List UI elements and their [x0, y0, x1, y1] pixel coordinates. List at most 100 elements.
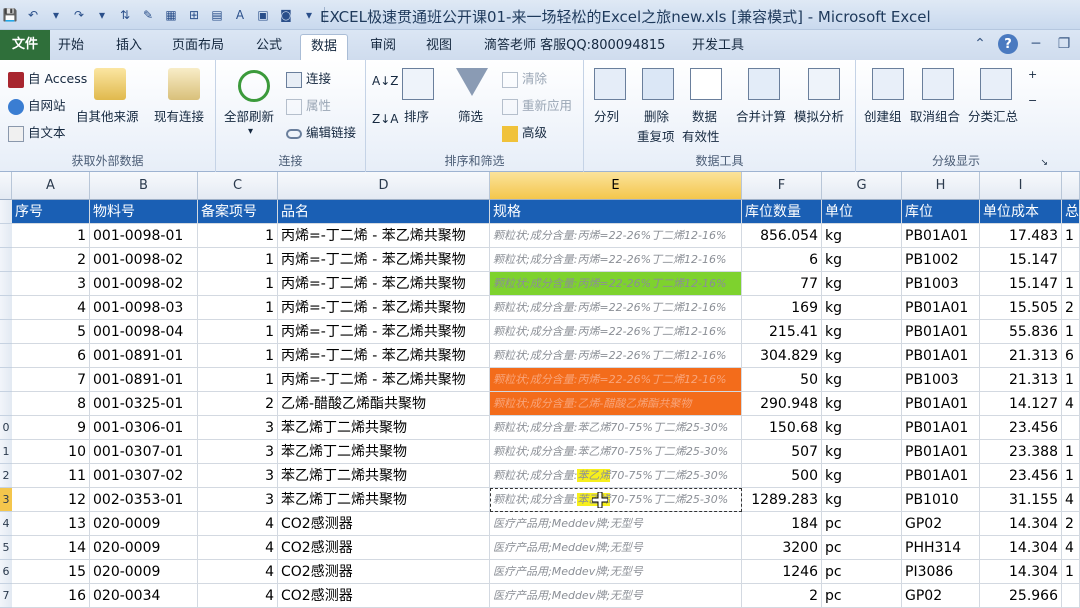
table-cell[interactable]: 丙烯=-丁二烯 - 苯乙烯共聚物 [278, 368, 490, 392]
table-cell[interactable]: 002-0353-01 [90, 488, 198, 512]
row-header[interactable] [0, 200, 12, 224]
table-cell[interactable]: 2 [742, 584, 822, 608]
table-cell[interactable]: 3 [198, 416, 278, 440]
table-cell[interactable] [1062, 416, 1080, 440]
table-cell[interactable]: GP02 [902, 512, 980, 536]
table-cell[interactable]: 001-0307-02 [90, 464, 198, 488]
redo-icon[interactable]: ↷ [69, 5, 89, 25]
sort-asc-icon[interactable]: ⇅ [115, 5, 135, 25]
table-cell[interactable]: 丙烯=-丁二烯 - 苯乙烯共聚物 [278, 224, 490, 248]
table-cell[interactable]: 23.456 [980, 464, 1062, 488]
tab-formulas[interactable]: 公式 [246, 34, 292, 60]
consolidate-button[interactable]: 合并计算 [736, 64, 792, 144]
table-cell[interactable]: 4 [198, 584, 278, 608]
table-cell[interactable]: 020-0009 [90, 536, 198, 560]
table-cell[interactable]: 001-0098-04 [90, 320, 198, 344]
spec-cell[interactable]: 颗粒状;成分含量:苯乙烯70-75%丁二烯25-30% [490, 416, 742, 440]
spreadsheet-grid[interactable]: A B C D E F G H I 序号 物料号 备案项号 品名 规格 库位数量 单位 库位 单位成本总 1 001-… [0, 172, 1080, 608]
table-cell[interactable]: 856.054 [742, 224, 822, 248]
table-cell[interactable]: 6 [1062, 344, 1080, 368]
customize-icon[interactable]: ▾ [299, 5, 319, 25]
table-cell[interactable]: kg [822, 344, 902, 368]
minimize-icon[interactable]: ─ [1026, 34, 1046, 54]
row-header[interactable]: 2 [0, 464, 12, 488]
table-cell[interactable]: 12 [12, 488, 90, 512]
column-header-i[interactable]: I [980, 172, 1062, 200]
table-cell[interactable]: 2 [1062, 296, 1080, 320]
edit-links-button[interactable]: 编辑链接 [286, 122, 356, 141]
column-header-f[interactable]: F [742, 172, 822, 200]
row-header[interactable]: 6 [0, 560, 12, 584]
sort-az-button[interactable]: A↓Z [372, 74, 398, 88]
table-cell[interactable]: pc [822, 512, 902, 536]
table-cell[interactable]: PB01A01 [902, 320, 980, 344]
table-cell[interactable]: 1 [198, 344, 278, 368]
group-button[interactable]: 创建组 [862, 64, 912, 144]
table-cell[interactable]: 4 [198, 560, 278, 584]
table-cell[interactable]: 15.147 [980, 272, 1062, 296]
hide-detail-button[interactable]: − [1028, 94, 1037, 107]
column-header-g[interactable]: G [822, 172, 902, 200]
spec-cell[interactable]: 医疗产品用;Meddev牌;无型号 [490, 584, 742, 608]
table-cell[interactable]: 4 [12, 296, 90, 320]
table-cell[interactable]: kg [822, 440, 902, 464]
table-cell[interactable]: 4 [1062, 536, 1080, 560]
row-header[interactable]: 7 [0, 584, 12, 608]
table-cell[interactable]: 7 [12, 368, 90, 392]
sort-button[interactable]: 排序 [400, 64, 440, 144]
row-header[interactable]: 5 [0, 536, 12, 560]
table-cell[interactable]: 2 [198, 392, 278, 416]
table-cell[interactable]: kg [822, 392, 902, 416]
from-text-button[interactable]: 自文本 [8, 122, 66, 142]
table-cell[interactable]: kg [822, 416, 902, 440]
table-cell[interactable]: PB01A01 [902, 344, 980, 368]
table-cell[interactable]: 1 [198, 224, 278, 248]
other-sources-button[interactable]: 自其他来源 [76, 64, 142, 144]
text-to-columns-button[interactable]: 分列 [590, 64, 630, 144]
table-cell[interactable]: 14.304 [980, 536, 1062, 560]
spec-cell[interactable]: 颗粒状;成分含量:丙烯=22-26%丁二烯12-16% [490, 296, 742, 320]
table-cell[interactable]: 001-0098-03 [90, 296, 198, 320]
table-cell[interactable]: 10 [12, 440, 90, 464]
table-cell[interactable]: 3 [12, 272, 90, 296]
existing-connections-button[interactable]: 现有连接 [152, 64, 214, 144]
undo-icon[interactable]: ↶ [23, 5, 43, 25]
reapply-button[interactable]: 重新应用 [502, 95, 572, 115]
table-cell[interactable]: 1 [1062, 272, 1080, 296]
table-cell[interactable]: 9 [12, 416, 90, 440]
table-cell[interactable]: PB1010 [902, 488, 980, 512]
column-header-a[interactable]: A [12, 172, 90, 200]
ribbon-collapse-icon[interactable]: ⌃ [970, 34, 990, 54]
table-cell[interactable]: 2 [1062, 512, 1080, 536]
table-cell[interactable]: 1 [1062, 464, 1080, 488]
row-header[interactable] [0, 368, 12, 392]
table-cell[interactable]: 77 [742, 272, 822, 296]
filter-button[interactable]: 筛选 [454, 64, 494, 144]
table-cell[interactable]: 8 [12, 392, 90, 416]
row-header[interactable] [0, 344, 12, 368]
format-painter-icon[interactable]: ✎ [138, 5, 158, 25]
spec-cell[interactable]: 颗粒状;成分含量:丙烯=22-26%丁二烯12-16% [490, 272, 742, 296]
row-header[interactable]: 1 [0, 440, 12, 464]
table-cell[interactable]: 14.127 [980, 392, 1062, 416]
table-cell[interactable]: 13 [12, 512, 90, 536]
table-cell[interactable]: 23.388 [980, 440, 1062, 464]
table-cell[interactable]: 4 [1062, 392, 1080, 416]
spec-cell[interactable]: 颗粒状;成分含量:丙烯=22-26%丁二烯12-16% [490, 224, 742, 248]
table-cell[interactable]: 2 [12, 248, 90, 272]
row-header[interactable] [0, 272, 12, 296]
column-header-h[interactable]: H [902, 172, 980, 200]
table-cell[interactable]: 1 [12, 224, 90, 248]
table-cell[interactable]: CO2感测器 [278, 512, 490, 536]
row-header[interactable]: 3 [0, 488, 12, 512]
table-cell[interactable]: 3 [198, 488, 278, 512]
dialog-launcher-button[interactable]: ↘ [1040, 158, 1048, 168]
table-cell[interactable]: 3 [198, 464, 278, 488]
show-detail-button[interactable]: + [1028, 68, 1037, 81]
spec-cell[interactable]: 医疗产品用;Meddev牌;无型号 [490, 560, 742, 584]
tab-view[interactable]: 视图 [416, 34, 462, 60]
table-cell[interactable]: 21.313 [980, 368, 1062, 392]
table-cell[interactable]: PB01A01 [902, 416, 980, 440]
row-header[interactable] [0, 248, 12, 272]
table-cell[interactable]: 14.304 [980, 512, 1062, 536]
